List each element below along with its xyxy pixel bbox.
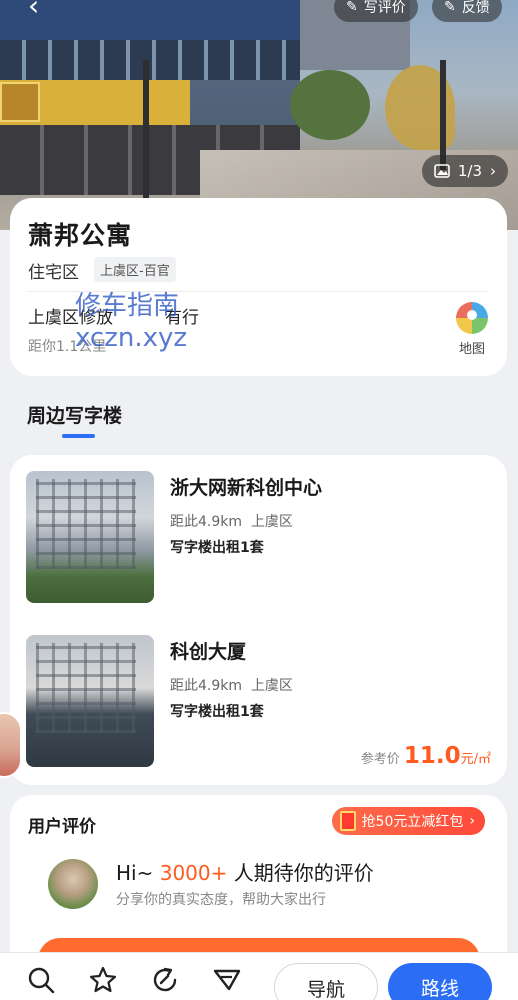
review-prompt: Hi~ 3000+ 人期待你的评价 bbox=[116, 861, 374, 885]
reviews-title: 用户评价 bbox=[28, 817, 96, 837]
place-info-card: 萧邦公寓 住宅区 上虞区-百官 上虞区修放 有行 距你1.1公里 地图 bbox=[10, 198, 507, 376]
map-button[interactable]: 地图 bbox=[453, 302, 491, 357]
back-button[interactable]: ‹ bbox=[28, 0, 39, 20]
office-meta: 距此4.9km 上虞区 bbox=[170, 678, 293, 694]
place-type: 住宅区 bbox=[28, 263, 79, 283]
shop-logo bbox=[0, 82, 40, 122]
office-rent-count: 写字楼出租1套 bbox=[170, 540, 264, 556]
office-photo bbox=[26, 471, 154, 603]
pencil-icon: ✎ bbox=[346, 0, 358, 15]
chevron-right-icon: › bbox=[490, 162, 496, 180]
place-name: 萧邦公寓 bbox=[28, 221, 133, 250]
star-icon[interactable] bbox=[88, 965, 118, 995]
feedback-button[interactable]: ✎ 反馈 bbox=[432, 0, 502, 22]
review-subtitle: 分享你的真实态度，帮助大家出行 bbox=[116, 892, 326, 908]
write-review-button[interactable]: ✎ 写评价 bbox=[334, 0, 418, 22]
street-lamp bbox=[143, 60, 149, 200]
floating-mascot[interactable] bbox=[0, 712, 22, 778]
share-icon[interactable] bbox=[150, 965, 180, 995]
place-distance: 距你1.1公里 bbox=[28, 339, 107, 355]
image-icon bbox=[434, 164, 450, 178]
office-rent-count: 写字楼出租1套 bbox=[170, 704, 264, 720]
feedback-icon: ✎ bbox=[444, 0, 456, 15]
office-name: 浙大网新科创中心 bbox=[170, 477, 323, 499]
bottom-action-bar: 导航 路线 bbox=[0, 952, 518, 1000]
tab-nearby-offices[interactable]: 周边写字楼 bbox=[27, 401, 122, 428]
red-envelope-icon bbox=[339, 811, 356, 831]
street-lamp bbox=[440, 60, 446, 170]
search-icon[interactable] bbox=[26, 965, 56, 995]
office-meta: 距此4.9km 上虞区 bbox=[170, 514, 293, 530]
tree bbox=[290, 70, 370, 140]
nearby-offices-card: 浙大网新科创中心 距此4.9km 上虞区 写字楼出租1套 科创大厦 距此4.9k… bbox=[10, 455, 507, 785]
photo-counter-button[interactable]: 1/3 › bbox=[421, 155, 508, 187]
map-pin-icon bbox=[456, 302, 488, 334]
avatar bbox=[46, 857, 100, 911]
hero-photo[interactable]: ‹ ✎ 写评价 ✎ 反馈 1/3 › bbox=[0, 0, 518, 230]
building-sign bbox=[0, 0, 300, 40]
divider bbox=[28, 291, 489, 292]
route-button[interactable]: 路线 bbox=[388, 963, 492, 1000]
place-region-tag: 上虞区-百官 bbox=[94, 257, 176, 282]
place-address[interactable]: 上虞区修放 有行 bbox=[28, 303, 199, 328]
office-name: 科创大厦 bbox=[170, 641, 247, 663]
office-list-item[interactable]: 浙大网新科创中心 距此4.9km 上虞区 写字楼出租1套 bbox=[26, 471, 491, 603]
reference-price: 参考价 11.0元/㎡ bbox=[360, 743, 491, 769]
office-photo bbox=[26, 635, 154, 767]
chevron-right-icon: › bbox=[469, 813, 475, 829]
building-windows bbox=[0, 40, 300, 80]
feedback-icon[interactable] bbox=[212, 965, 242, 995]
tab-active-indicator bbox=[62, 434, 95, 438]
coupon-button[interactable]: 抢50元立减红包 › bbox=[331, 807, 485, 835]
navigate-button[interactable]: 导航 bbox=[274, 963, 378, 1000]
